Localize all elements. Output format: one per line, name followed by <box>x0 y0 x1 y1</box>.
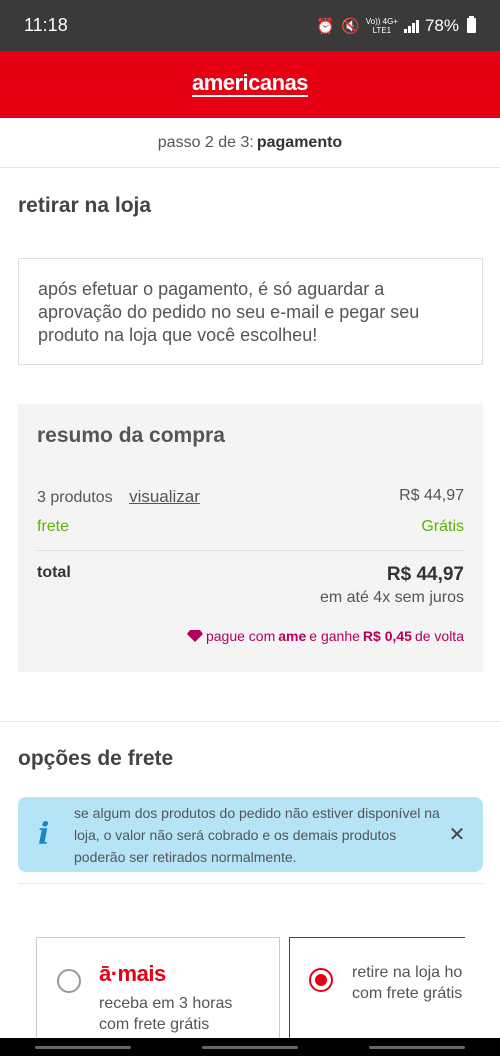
site-header: americanas <box>0 51 500 118</box>
pickup-section-title: retirar na loja <box>18 194 152 217</box>
ame-brand: ame <box>278 628 307 644</box>
mute-icon: 🔇 <box>341 17 360 35</box>
products-value: R$ 44,97 <box>399 487 464 504</box>
ame-prefix: pague com <box>205 628 276 644</box>
shipping-value: Grátis <box>421 518 464 535</box>
status-bar: 11:18 ⏰ 🔇 Vo)) 4G+ LTE1 78% <box>0 0 500 51</box>
network-type: Vo)) 4G+ <box>365 16 398 26</box>
option2-description: retire na loja ho com frete grátis <box>352 962 462 1004</box>
nav-recents[interactable] <box>35 1045 132 1049</box>
signal-icon <box>403 19 419 33</box>
radio-selected[interactable] <box>309 968 333 992</box>
network-indicator: Vo)) 4G+ LTE1 <box>366 17 398 35</box>
pickup-info-box: após efetuar o pagamento, é só aguardar … <box>18 258 483 365</box>
nav-home[interactable] <box>201 1045 298 1049</box>
total-row: total R$ 44,97 em até 4x sem juros <box>37 564 464 607</box>
option2-line2: com frete grátis <box>352 985 463 1002</box>
ame-suffix: de volta <box>414 628 464 644</box>
shipping-label: frete <box>37 518 70 535</box>
ame-middle: e ganhe <box>309 628 360 644</box>
shipping-options-title: opções de frete <box>18 747 174 770</box>
radio-unselected[interactable] <box>57 969 81 993</box>
battery-icon <box>467 16 476 33</box>
alarm-icon: ⏰ <box>316 17 336 35</box>
amais-logo: ā·mais <box>99 961 166 986</box>
order-summary: resumo da compra 3 produtos visualizar R… <box>18 404 483 672</box>
gem-icon <box>186 630 203 642</box>
installments-text: em até 4x sem juros <box>319 589 464 606</box>
options-divider <box>18 883 483 884</box>
status-icons: ⏰ 🔇 Vo)) 4G+ LTE1 78% <box>316 16 476 36</box>
option1-description: receba em 3 horas com frete grátis <box>99 993 232 1035</box>
americanas-logo[interactable]: americanas <box>191 72 309 97</box>
option1-line1: receba em 3 horas <box>99 995 233 1012</box>
battery-percent: 78% <box>424 15 459 35</box>
step-prefix: passo 2 de 3: <box>157 133 254 151</box>
nav-back[interactable] <box>368 1045 465 1049</box>
summary-divider <box>37 550 464 551</box>
total-label: total <box>37 564 71 581</box>
network-sim: LTE1 <box>372 25 392 35</box>
info-icon: i <box>38 817 50 852</box>
checkout-step-indicator: passo 2 de 3: pagamento <box>0 118 500 168</box>
total-value: R$ 44,97 <box>386 564 464 585</box>
ame-cashback-value: R$ 0,45 <box>362 628 412 644</box>
products-row: 3 produtos visualizar R$ 44,97 <box>37 487 464 507</box>
shipping-option-store-pickup[interactable]: retire na loja ho com frete grátis <box>289 937 465 1047</box>
system-nav-bar <box>0 1038 500 1056</box>
store-availability-alert: i se algum dos produtos do pedido não es… <box>18 797 483 872</box>
shipping-row: frete Grátis <box>37 518 464 536</box>
option2-line1: retire na loja ho <box>352 964 463 981</box>
status-time: 11:18 <box>24 15 68 35</box>
option1-line2: com frete grátis <box>99 1016 210 1033</box>
close-icon[interactable]: ✕ <box>445 822 469 847</box>
alert-text: se algum dos produtos do pedido não esti… <box>74 804 440 865</box>
view-products-link[interactable]: visualizar <box>129 487 200 506</box>
products-label: 3 produtos <box>37 489 113 506</box>
step-current: pagamento <box>256 133 343 151</box>
ame-cashback-banner: pague com ame e ganhe R$ 0,45 de volta <box>186 628 464 644</box>
shipping-option-amais[interactable]: ā·mais receba em 3 horas com frete gráti… <box>36 937 280 1047</box>
section-divider <box>0 721 500 722</box>
summary-title: resumo da compra <box>37 424 225 447</box>
